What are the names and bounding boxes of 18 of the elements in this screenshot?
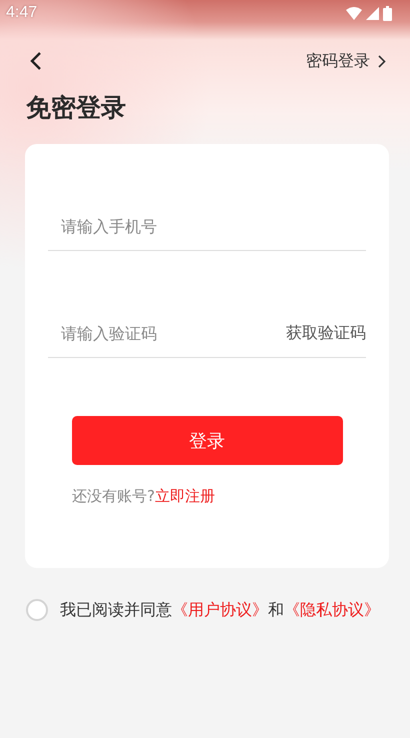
wifi-icon bbox=[346, 6, 362, 20]
agreement-link[interactable]: 《用户协议》 bbox=[172, 600, 268, 618]
status-time: 4:47 bbox=[6, 4, 38, 22]
battery-icon bbox=[383, 6, 392, 20]
code-field[interactable]: 请输入验证码 bbox=[48, 324, 286, 342]
phone-field[interactable]: 请输入手机号 bbox=[48, 216, 366, 236]
agree-checkbox[interactable] bbox=[26, 599, 48, 621]
signup-prompt: 还没有账号?立即注册 bbox=[72, 487, 216, 506]
page-title: 免密登录 bbox=[26, 92, 127, 124]
agreement-text: 我已阅读并同意《用户协议》和《隐私协议》 bbox=[60, 600, 380, 620]
signal-icon bbox=[366, 6, 379, 20]
login-button[interactable]: 登录 bbox=[72, 416, 342, 465]
get-code-button[interactable]: 获取验证码 bbox=[286, 322, 366, 344]
chevron-right-icon bbox=[378, 54, 386, 68]
signup-link[interactable]: 立即注册 bbox=[154, 487, 215, 505]
password-login-link[interactable]: 密码登录 bbox=[306, 50, 386, 72]
agreement-link[interactable]: 《隐私协议》 bbox=[284, 600, 380, 618]
back-icon[interactable] bbox=[30, 52, 42, 70]
